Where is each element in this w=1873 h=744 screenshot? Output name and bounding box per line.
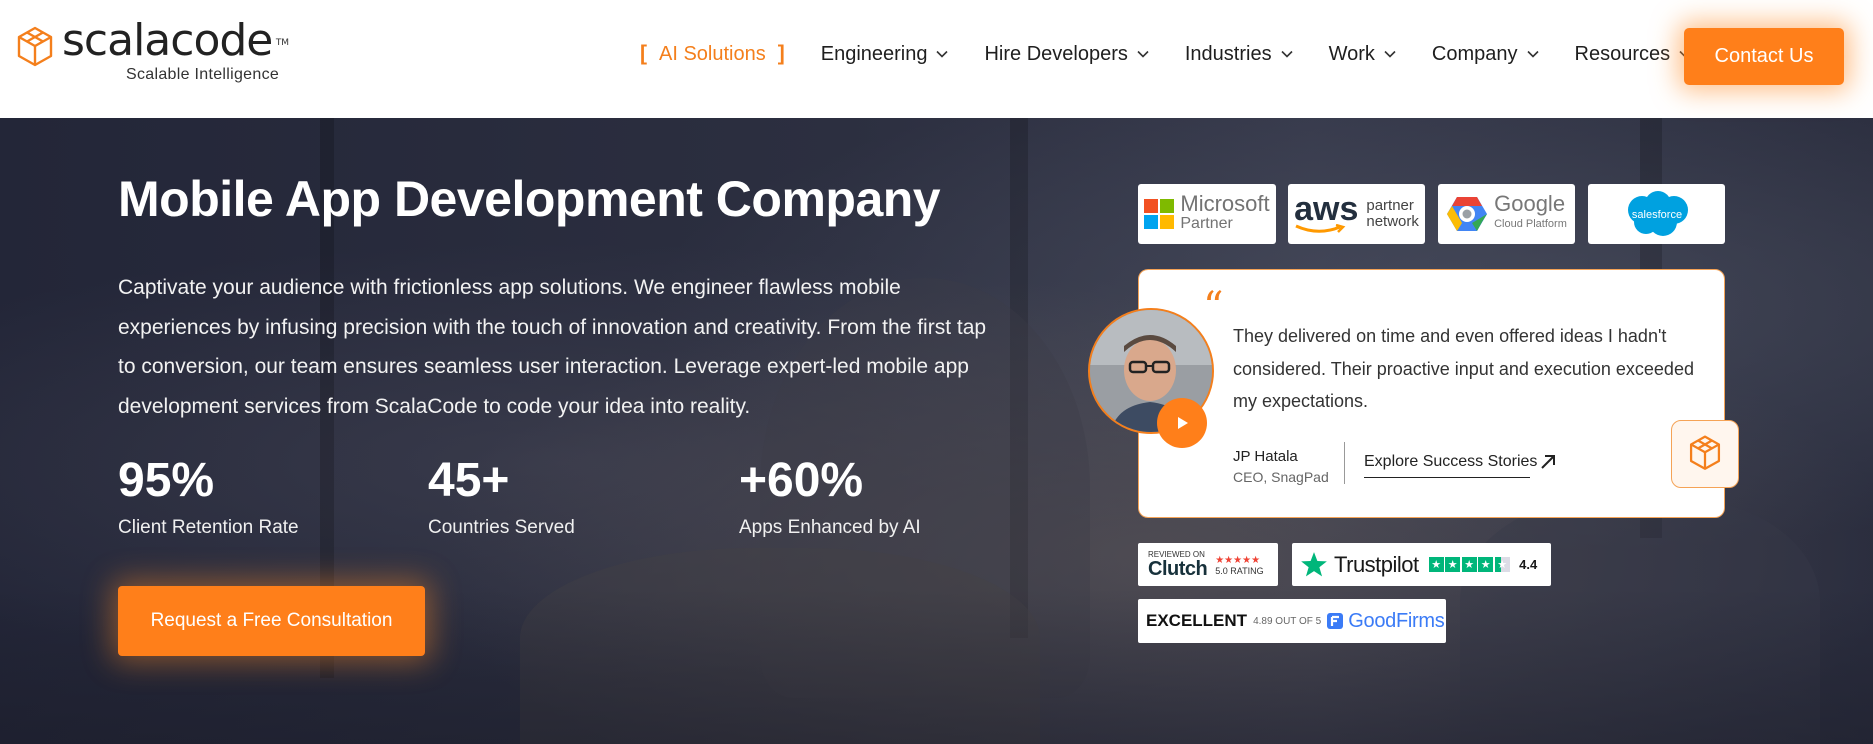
stat-label: Client Retention Rate: [118, 517, 299, 538]
hero-section: Mobile App Development Company Captivate…: [0, 118, 1873, 744]
aws-sub-network: network: [1366, 213, 1419, 230]
chevron-down-icon: [1526, 50, 1539, 58]
nav-item-company[interactable]: Company: [1432, 43, 1539, 66]
clutch-rating-badge: REVIEWED ON Clutch ★★★★★ 5.0 RATING: [1138, 543, 1278, 586]
trustpilot-stars-icon: ★ ★ ★ ★ ★: [1428, 557, 1512, 572]
nav-item-hire-developers[interactable]: Hire Developers: [984, 42, 1149, 66]
goodfirms-rating-badge: EXCELLENT 4.89 OUT OF 5 GoodFirms: [1138, 599, 1446, 643]
main-nav: [ AI Solutions ] Engineering Hire Develo…: [640, 40, 1727, 68]
microsoft-sub: Partner: [1180, 215, 1233, 232]
chevron-down-icon: [936, 50, 949, 58]
play-video-button[interactable]: [1157, 398, 1207, 448]
nav-item-label: Industries: [1184, 42, 1272, 65]
nav-item-resources[interactable]: Resources: [1575, 43, 1692, 66]
aws-smile-icon: [1295, 224, 1346, 233]
goodfirms-score: 4.89 OUT OF 5: [1253, 615, 1322, 627]
cube-logo-icon: [17, 26, 53, 67]
quote-icon: “: [1203, 284, 1224, 330]
logo-tagline: Scalable Intelligence: [126, 66, 280, 83]
cube-logo-icon: [1689, 435, 1721, 470]
stat-label: Countries Served: [428, 517, 575, 538]
trustpilot-score: 4.4: [1519, 557, 1538, 572]
hero-description: Captivate your audience with frictionles…: [118, 276, 987, 418]
divider: [1344, 442, 1345, 484]
nav-item-engineering[interactable]: Engineering: [821, 43, 949, 66]
testimonial-author-role: CEO, SnagPad: [1233, 469, 1329, 485]
aws-partner-logo: aws partner network: [1288, 184, 1425, 244]
bracket-left-icon: [: [640, 42, 647, 65]
play-icon: [1178, 417, 1188, 429]
trustpilot-name: Trustpilot: [1334, 551, 1419, 577]
trustpilot-star-icon: [1301, 551, 1327, 576]
nav-item-label: Company: [1431, 42, 1518, 65]
stat-value: +60%: [739, 454, 864, 507]
explore-success-stories-link[interactable]: Explore Success Stories: [1364, 453, 1537, 478]
salesforce-name: salesforce: [1631, 209, 1681, 221]
goodfirms-logo-icon: [1327, 613, 1344, 629]
clutch-stars-icon: ★★★★★: [1215, 555, 1261, 566]
stat-client-retention: 95% Client Retention Rate: [118, 453, 299, 539]
nav-item-label: Hire Developers: [984, 42, 1128, 65]
stat-apps-enhanced: +60% Apps Enhanced by AI: [739, 453, 921, 539]
scalacode-badge: [1671, 420, 1739, 488]
aws-sub-partner: partner: [1366, 197, 1414, 214]
microsoft-partner-logo: Microsoft Partner: [1138, 184, 1276, 244]
page-title: Mobile App Development Company: [118, 171, 941, 227]
scalacode-logo[interactable]: scalacode TM Scalable Intelligence: [16, 15, 290, 84]
contact-us-button[interactable]: Contact Us: [1684, 28, 1844, 85]
stat-value: 95%: [118, 454, 215, 507]
trademark-mark: TM: [275, 38, 290, 48]
chevron-down-icon: [1281, 50, 1293, 58]
bracket-right-icon: ]: [777, 42, 785, 65]
nav-item-label: Resources: [1574, 42, 1671, 65]
stat-countries-served: 45+ Countries Served: [428, 453, 575, 539]
stat-label: Apps Enhanced by AI: [739, 517, 921, 538]
chevron-down-icon: [1137, 50, 1149, 58]
request-consultation-button[interactable]: Request a Free Consultation: [118, 586, 425, 656]
google-name: Google: [1494, 191, 1566, 216]
salesforce-cloud-icon: salesforce: [1627, 191, 1688, 236]
testimonial-author-name: JP Hatala: [1233, 448, 1298, 465]
google-cloud-hexagon-icon: [1447, 197, 1488, 231]
clutch-name: Clutch: [1148, 558, 1208, 580]
nav-item-work[interactable]: Work: [1329, 43, 1396, 66]
chevron-down-icon: [1384, 50, 1396, 58]
nav-item-label: Engineering: [820, 42, 928, 65]
google-cloud-logo: Google Cloud Platform: [1438, 184, 1575, 244]
clutch-rating: 5.0 RATING: [1215, 566, 1264, 576]
microsoft-name: Microsoft: [1180, 191, 1270, 216]
stat-value: 45+: [428, 454, 510, 507]
site-header: scalacode TM Scalable Intelligence [ AI S…: [0, 0, 1873, 118]
nav-item-label: Work: [1328, 42, 1375, 65]
goodfirms-name: GoodFirms: [1348, 609, 1445, 632]
trustpilot-rating-badge: Trustpilot ★ ★ ★ ★ ★ 4.4: [1292, 543, 1551, 586]
salesforce-logo: salesforce: [1588, 184, 1725, 244]
testimonial-card: “ They delivered on time and even offere…: [1138, 269, 1725, 518]
microsoft-windows-icon: [1144, 199, 1175, 229]
goodfirms-excellent-label: EXCELLENT: [1146, 611, 1248, 630]
nav-item-ai-solutions[interactable]: [ AI Solutions ]: [640, 42, 785, 66]
google-sub: Cloud Platform: [1494, 218, 1567, 230]
aws-name: aws: [1294, 190, 1359, 228]
nav-item-industries[interactable]: Industries: [1185, 43, 1293, 66]
testimonial-quote: They delivered on time and even offered …: [1233, 326, 1694, 411]
nav-item-label: AI Solutions: [659, 42, 766, 65]
arrow-up-right-icon[interactable]: [1539, 453, 1557, 471]
logo-wordmark: scalacode TM: [62, 15, 290, 66]
